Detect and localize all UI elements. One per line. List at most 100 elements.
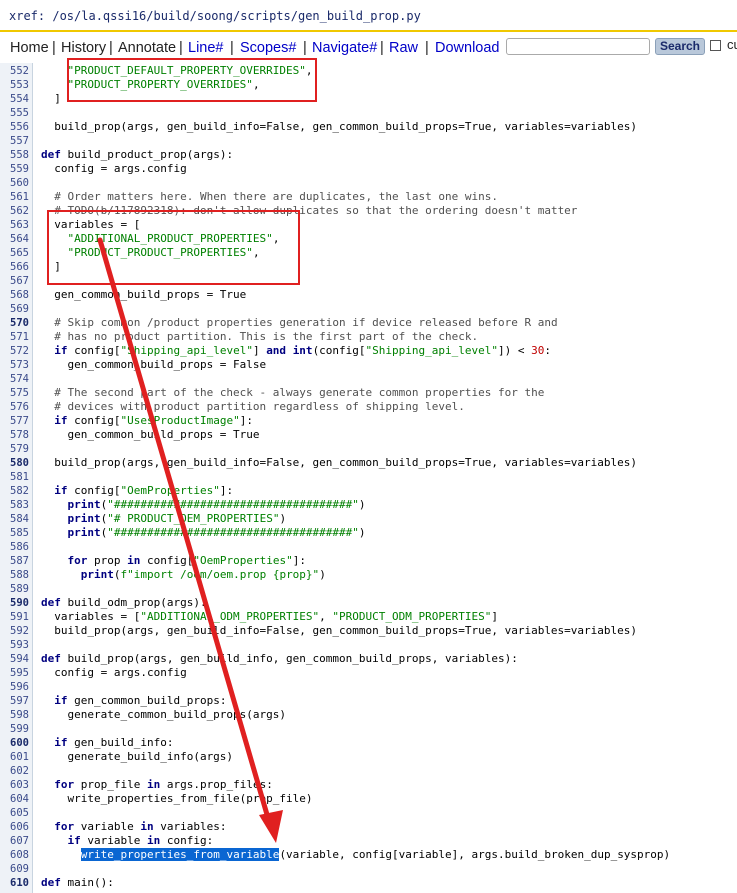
code-text: # The second part of the check - always … <box>54 386 545 399</box>
code-text: def main(): <box>41 876 114 889</box>
line-number[interactable]: 583 <box>10 498 32 512</box>
line-number[interactable]: 560 <box>10 176 32 190</box>
line-number[interactable]: 574 <box>10 372 32 386</box>
line-number[interactable]: 565 <box>10 246 32 260</box>
code-line: 577 if config["UsesProductImage"]: <box>0 414 737 428</box>
line-number[interactable]: 575 <box>10 386 32 400</box>
line-number[interactable]: 556 <box>10 120 32 134</box>
nav-line-link[interactable]: Line# <box>188 33 223 63</box>
code-text: generate_build_info(args) <box>41 750 234 763</box>
line-number[interactable]: 581 <box>10 470 32 484</box>
line-number[interactable]: 554 <box>10 92 32 106</box>
line-number[interactable]: 553 <box>10 78 32 92</box>
code-text: generate_common_build_props(args) <box>41 708 287 721</box>
line-number[interactable]: 596 <box>10 680 32 694</box>
search-button[interactable]: Search <box>655 38 705 55</box>
line-number[interactable]: 555 <box>10 106 32 120</box>
code-text: "ADDITIONAL_PRODUCT_PROPERTIES", <box>67 232 280 245</box>
line-number[interactable]: 601 <box>10 750 32 764</box>
nav-scopes-link[interactable]: Scopes# <box>240 33 296 63</box>
line-number[interactable]: 580 <box>10 456 32 470</box>
line-number[interactable]: 607 <box>10 834 32 848</box>
line-number[interactable]: 590 <box>10 596 32 610</box>
line-number[interactable]: 591 <box>10 610 32 624</box>
line-number[interactable]: 599 <box>10 722 32 736</box>
line-number[interactable]: 606 <box>10 820 32 834</box>
line-number[interactable]: 587 <box>10 554 32 568</box>
code-text: variables = ["ADDITIONAL_ODM_PROPERTIES"… <box>41 610 498 623</box>
nav-separator: | <box>380 40 384 56</box>
code-line: 590 def build_odm_prop(args): <box>0 596 737 610</box>
code-line: 563 variables = [ <box>0 218 737 232</box>
code-text: for prop_file in args.prop_files: <box>54 778 273 791</box>
line-number[interactable]: 604 <box>10 792 32 806</box>
search-scope-label: cu <box>727 37 737 52</box>
line-number[interactable]: 584 <box>10 512 32 526</box>
selected-text[interactable]: write_properties_from_variable <box>80 848 280 861</box>
code-text: write_properties_from_file(prop_file) <box>41 792 313 805</box>
line-number[interactable]: 568 <box>10 288 32 302</box>
line-number[interactable]: 569 <box>10 302 32 316</box>
page-title: xref: /os/la.qssi16/build/soong/scripts/… <box>9 9 421 23</box>
line-number[interactable]: 561 <box>10 190 32 204</box>
nav-raw-link[interactable]: Raw <box>389 33 418 63</box>
code-line: 570 # Skip common /product properties ge… <box>0 316 737 330</box>
nav-separator: | <box>109 40 113 56</box>
line-number[interactable]: 593 <box>10 638 32 652</box>
code-line: 604 write_properties_from_file(prop_file… <box>0 792 737 806</box>
line-number[interactable]: 573 <box>10 358 32 372</box>
code-text: build_prop(args, gen_build_info=False, g… <box>41 120 638 133</box>
line-number[interactable]: 578 <box>10 428 32 442</box>
line-number[interactable]: 571 <box>10 330 32 344</box>
nav-history-link[interactable]: History <box>61 33 106 63</box>
code-line: 584 print("# PRODUCT_OEM_PROPERTIES") <box>0 512 737 526</box>
line-number[interactable]: 572 <box>10 344 32 358</box>
code-text: if variable in config: <box>67 834 214 847</box>
line-number[interactable]: 589 <box>10 582 32 596</box>
line-number[interactable]: 594 <box>10 652 32 666</box>
line-number[interactable]: 597 <box>10 694 32 708</box>
nav-annotate-link[interactable]: Annotate <box>118 33 176 63</box>
line-number[interactable]: 609 <box>10 862 32 876</box>
nav-download-link[interactable]: Download <box>435 33 500 63</box>
search-input[interactable] <box>506 38 650 55</box>
code-line: 565 "PRODUCT_PRODUCT_PROPERTIES", <box>0 246 737 260</box>
line-number[interactable]: 598 <box>10 708 32 722</box>
line-number[interactable]: 570 <box>10 316 32 330</box>
line-number[interactable]: 562 <box>10 204 32 218</box>
line-number[interactable]: 557 <box>10 134 32 148</box>
code-line: 558 def build_product_prop(args): <box>0 148 737 162</box>
code-text: # has no product partition. This is the … <box>54 330 479 343</box>
nav-home-link[interactable]: Home <box>10 33 49 63</box>
line-number[interactable]: 552 <box>10 64 32 78</box>
line-number[interactable]: 595 <box>10 666 32 680</box>
line-number[interactable]: 605 <box>10 806 32 820</box>
line-number[interactable]: 566 <box>10 260 32 274</box>
code-line: 555 <box>0 106 737 120</box>
line-number[interactable]: 608 <box>10 848 32 862</box>
line-number[interactable]: 563 <box>10 218 32 232</box>
line-number[interactable]: 577 <box>10 414 32 428</box>
line-number[interactable]: 576 <box>10 400 32 414</box>
line-number[interactable]: 585 <box>10 526 32 540</box>
line-number[interactable]: 602 <box>10 764 32 778</box>
line-number[interactable]: 586 <box>10 540 32 554</box>
code-line: 573 gen_common_build_props = False <box>0 358 737 372</box>
line-number[interactable]: 592 <box>10 624 32 638</box>
line-number[interactable]: 559 <box>10 162 32 176</box>
line-number[interactable]: 579 <box>10 442 32 456</box>
line-number[interactable]: 564 <box>10 232 32 246</box>
line-number[interactable]: 610 <box>10 876 32 890</box>
line-number[interactable]: 588 <box>10 568 32 582</box>
search-scope-checkbox[interactable] <box>710 40 721 51</box>
line-number[interactable]: 603 <box>10 778 32 792</box>
line-number[interactable]: 582 <box>10 484 32 498</box>
line-number[interactable]: 558 <box>10 148 32 162</box>
code-text: variables = [ <box>41 218 141 231</box>
code-line: 605 <box>0 806 737 820</box>
nav-navigate-link[interactable]: Navigate# <box>312 33 377 63</box>
code-line: 602 <box>0 764 737 778</box>
code-text: if config["OemProperties"]: <box>54 484 234 497</box>
line-number[interactable]: 567 <box>10 274 32 288</box>
line-number[interactable]: 600 <box>10 736 32 750</box>
